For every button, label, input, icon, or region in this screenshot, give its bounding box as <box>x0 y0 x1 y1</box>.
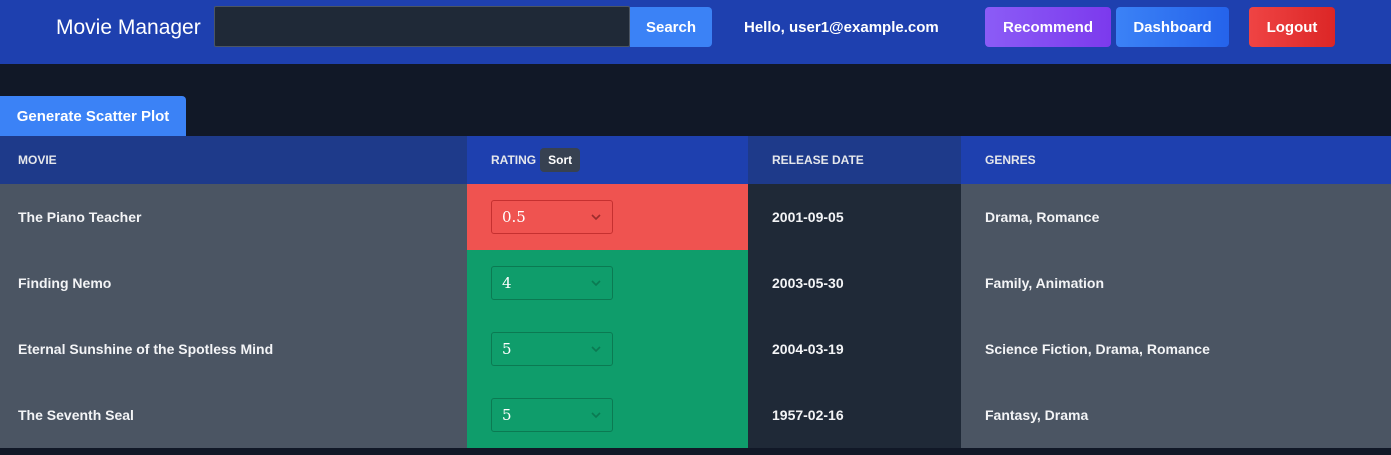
search-button[interactable]: Search <box>630 7 712 47</box>
rating-select[interactable]: 5 <box>491 398 613 432</box>
logout-button[interactable]: Logout <box>1249 7 1335 47</box>
header-release-date: RELEASE DATE <box>748 136 961 184</box>
header-rating: RATING Sort <box>467 136 748 184</box>
chevron-down-icon <box>591 346 601 353</box>
chevron-down-icon <box>591 214 601 221</box>
rating-cell: 5 <box>467 316 748 382</box>
table-row: The Seventh Seal 5 1957-02-16 Fantasy, D… <box>0 382 1391 448</box>
rating-value: 5 <box>502 340 512 358</box>
app-title: Movie Manager <box>56 16 201 39</box>
dashboard-button[interactable]: Dashboard <box>1116 7 1229 47</box>
rating-value: 0.5 <box>502 208 526 226</box>
header-rating-label: RATING <box>491 153 537 167</box>
movies-table: MOVIE RATING Sort RELEASE DATE GENRES Th… <box>0 136 1391 448</box>
genres: Drama, Romance <box>961 184 1391 250</box>
genres: Fantasy, Drama <box>961 382 1391 448</box>
rating-cell: 0.5 <box>467 184 748 250</box>
table-row: The Piano Teacher 0.5 2001-09-05 Drama, … <box>0 184 1391 250</box>
user-greeting: Hello, user1@example.com <box>744 19 939 36</box>
chevron-down-icon <box>591 280 601 287</box>
search-input[interactable] <box>214 6 630 47</box>
rating-cell: 4 <box>467 250 748 316</box>
recommend-button[interactable]: Recommend <box>985 7 1111 47</box>
table-row: Finding Nemo 4 2003-05-30 Family, Animat… <box>0 250 1391 316</box>
rating-value: 4 <box>502 274 512 292</box>
header-movie: MOVIE <box>0 136 467 184</box>
movie-title: Eternal Sunshine of the Spotless Mind <box>0 316 467 382</box>
sort-button[interactable]: Sort <box>540 148 581 172</box>
rating-select[interactable]: 0.5 <box>491 200 613 234</box>
header-genres: GENRES <box>961 136 1391 184</box>
release-date: 2001-09-05 <box>748 184 961 250</box>
chevron-down-icon <box>591 412 601 419</box>
genres: Science Fiction, Drama, Romance <box>961 316 1391 382</box>
table-row: Eternal Sunshine of the Spotless Mind 5 … <box>0 316 1391 382</box>
rating-cell: 5 <box>467 382 748 448</box>
release-date: 2004-03-19 <box>748 316 961 382</box>
rating-value: 5 <box>502 406 512 424</box>
top-navbar: Movie Manager Search Hello, user1@exampl… <box>0 0 1391 64</box>
genres: Family, Animation <box>961 250 1391 316</box>
release-date: 2003-05-30 <box>748 250 961 316</box>
rating-select[interactable]: 5 <box>491 332 613 366</box>
movie-title: The Seventh Seal <box>0 382 467 448</box>
rating-select[interactable]: 4 <box>491 266 613 300</box>
table-header: MOVIE RATING Sort RELEASE DATE GENRES <box>0 136 1391 184</box>
movie-title: Finding Nemo <box>0 250 467 316</box>
movie-title: The Piano Teacher <box>0 184 467 250</box>
generate-scatter-plot-button[interactable]: Generate Scatter Plot <box>0 96 186 136</box>
release-date: 1957-02-16 <box>748 382 961 448</box>
